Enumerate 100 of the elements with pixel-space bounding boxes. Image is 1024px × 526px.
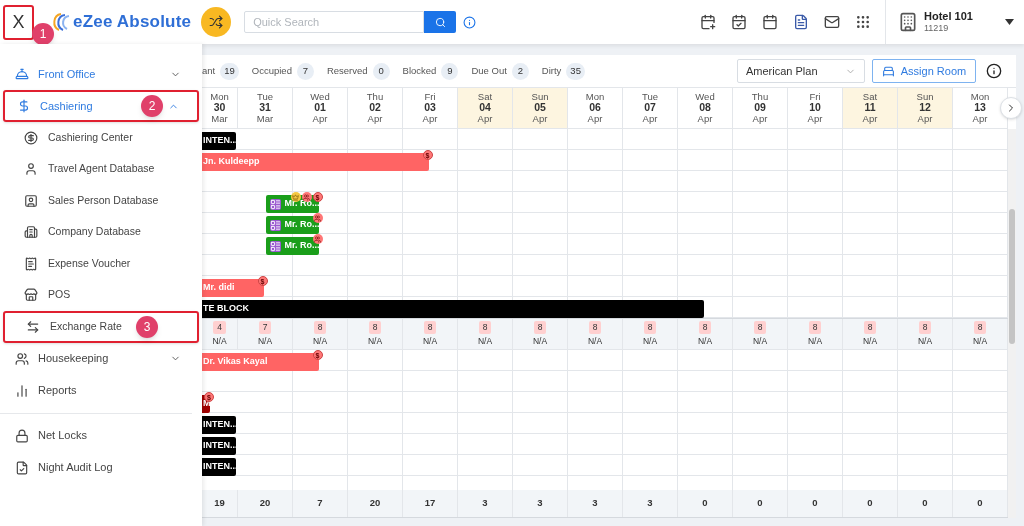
total-cell: 20 — [348, 490, 403, 517]
stat-count: 19 — [220, 62, 239, 80]
callout-number: 2 — [141, 95, 163, 117]
stat-count: 9 — [441, 62, 459, 80]
booking-bar[interactable]: INTEN... — [202, 416, 236, 434]
sidebar-menu-item[interactable]: Front Office — [3, 58, 199, 90]
search-field[interactable]: Quick Search — [244, 11, 425, 33]
hotel-selector[interactable]: Hotel 101 11219 — [885, 0, 1024, 44]
day-header: Sun 05 Apr — [513, 88, 568, 129]
submenu-item[interactable]: Travel Agent Database — [3, 153, 199, 185]
day-header: Thu 09 Apr — [733, 88, 788, 129]
availability-count: 8 — [643, 320, 657, 334]
booking-bar[interactable]: INTEN... — [202, 132, 236, 150]
submenu-item[interactable]: Sales Person Database — [3, 185, 199, 217]
availability-count: 8 — [808, 320, 822, 334]
building-icon — [898, 12, 918, 32]
store-icon — [24, 288, 38, 303]
mail-icon[interactable] — [824, 14, 840, 30]
total-cell: 17 — [403, 490, 458, 517]
callout-number: 3 — [136, 316, 158, 338]
sidebar-menu-item[interactable]: Net Locks — [3, 419, 189, 452]
total-cell: 0 — [678, 490, 733, 517]
shuffle-icon — [209, 15, 224, 29]
availability-status: N/A — [422, 334, 438, 348]
sidebar-menu-item[interactable]: Reports — [3, 374, 199, 407]
day-header: Fri 03 Apr — [403, 88, 458, 129]
calendar-check-icon[interactable] — [731, 14, 747, 30]
total-cell: 20 — [238, 490, 293, 517]
total-cell: 0 — [898, 490, 953, 517]
day-header: Mon 13 Apr — [953, 88, 1008, 129]
assign-room-button[interactable]: Assign Room — [872, 59, 976, 83]
availability-count: 8 — [918, 320, 932, 334]
shuffle-button[interactable] — [201, 7, 232, 37]
total-cell: 0 — [733, 490, 788, 517]
caret-icon — [1005, 19, 1014, 25]
plan-dropdown[interactable]: American Plan — [737, 59, 865, 83]
day-header: Tue 07 Apr — [623, 88, 678, 129]
availability-status: N/A — [257, 334, 273, 348]
day-header: Thu 02 Apr — [348, 88, 403, 129]
availability-count: 7 — [258, 320, 272, 334]
dollar-icon — [17, 99, 31, 113]
document-icon[interactable] — [793, 14, 809, 30]
availability-status: N/A — [862, 334, 878, 348]
availability-count: 4 — [213, 320, 226, 334]
day-header: Mon 06 Apr — [568, 88, 623, 129]
availability-status: N/A — [752, 334, 768, 348]
submenu-item[interactable]: Company Database — [3, 216, 199, 248]
booking-bar[interactable]: INTEN... — [202, 458, 236, 476]
availability-count: 8 — [753, 320, 767, 334]
availability-status: N/A — [532, 334, 548, 348]
day-header: Wed 01 Apr — [293, 88, 348, 129]
total-cell: 19 — [202, 490, 238, 517]
availability-count: 8 — [368, 320, 382, 334]
stat-count: 0 — [372, 62, 390, 80]
total-cell: 3 — [568, 490, 623, 517]
day-header: Mon 30 Mar — [202, 88, 238, 129]
info-icon[interactable] — [986, 63, 1002, 79]
sidebar-menu-item[interactable]: Housekeeping — [3, 342, 199, 375]
crown-icon — [290, 192, 301, 202]
bar-chart-icon — [15, 383, 29, 398]
stat-label: Dirty — [541, 63, 562, 78]
submenu-item[interactable]: Expense Voucher — [3, 248, 199, 280]
total-cell: 3 — [623, 490, 678, 517]
availability-count: 8 — [533, 320, 547, 334]
availability-status: N/A — [312, 334, 328, 348]
apps-grid-icon[interactable] — [855, 14, 871, 30]
availability-count: 8 — [588, 320, 602, 334]
stat-count: 35 — [566, 62, 585, 80]
day-header: Sat 11 Apr — [843, 88, 898, 129]
availability-status: N/A — [917, 334, 933, 348]
availability-count: 8 — [973, 320, 987, 334]
stat-label: ant — [202, 63, 216, 78]
submenu-item[interactable]: Cashiering Center — [3, 122, 199, 154]
building-icon — [24, 225, 38, 240]
availability-status: N/A — [477, 334, 493, 348]
availability-count: 8 — [313, 320, 327, 334]
sidebar-menu-item[interactable]: Night Audit Log — [3, 451, 189, 484]
day-header: Tue 31 Mar — [238, 88, 293, 129]
bed-icon — [881, 64, 895, 78]
submenu-item[interactable]: POS — [3, 279, 199, 311]
scrollbar-thumb[interactable] — [1009, 209, 1015, 344]
calendar-icon[interactable] — [762, 14, 778, 30]
search-button[interactable] — [424, 11, 457, 33]
availability-count: 8 — [698, 320, 712, 334]
availability-count: 8 — [863, 320, 877, 334]
availability-count: 8 — [423, 320, 437, 334]
calendar-plus-icon[interactable] — [700, 14, 716, 30]
dollar-circle-icon — [24, 130, 38, 145]
stat-count: 7 — [296, 62, 314, 80]
day-header: Fri 10 Apr — [788, 88, 843, 129]
availability-status: N/A — [587, 334, 603, 348]
availability-status: N/A — [697, 334, 713, 348]
total-cell: 0 — [843, 490, 898, 517]
availability-status: N/A — [807, 334, 823, 348]
booking-bar[interactable]: INTEN... — [202, 437, 236, 455]
hotel-code: 11219 — [924, 23, 950, 35]
total-cell: 3 — [458, 490, 513, 517]
booking-bar[interactable]: TE BLOCK — [202, 300, 704, 318]
receipt-icon — [24, 256, 38, 271]
hotel-name: Hotel 101 — [924, 9, 973, 24]
